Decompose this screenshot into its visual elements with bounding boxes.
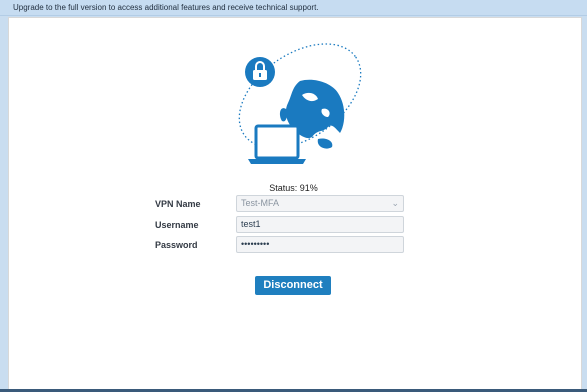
chevron-down-icon: ⌄	[391, 198, 399, 208]
username-label: Username	[155, 220, 199, 230]
password-label: Password	[155, 240, 198, 250]
upgrade-banner: Upgrade to the full version to access ad…	[0, 0, 587, 16]
vpn-name-label: VPN Name	[155, 199, 201, 209]
connection-status: Status: 91%	[269, 183, 318, 193]
vpn-illustration	[238, 43, 362, 164]
laptop-icon	[248, 124, 306, 164]
lock-icon	[245, 57, 275, 87]
password-field[interactable]: •••••••••	[236, 236, 404, 253]
password-value: •••••••••	[241, 239, 270, 249]
vpn-name-value: Test-MFA	[241, 198, 280, 208]
disconnect-button[interactable]: Disconnect	[255, 276, 331, 295]
vpn-name-select[interactable]: Test-MFA ⌄	[236, 195, 404, 212]
username-value: test1	[241, 219, 261, 229]
username-field[interactable]: test1	[236, 216, 404, 233]
upgrade-banner-text: Upgrade to the full version to access ad…	[13, 3, 319, 12]
